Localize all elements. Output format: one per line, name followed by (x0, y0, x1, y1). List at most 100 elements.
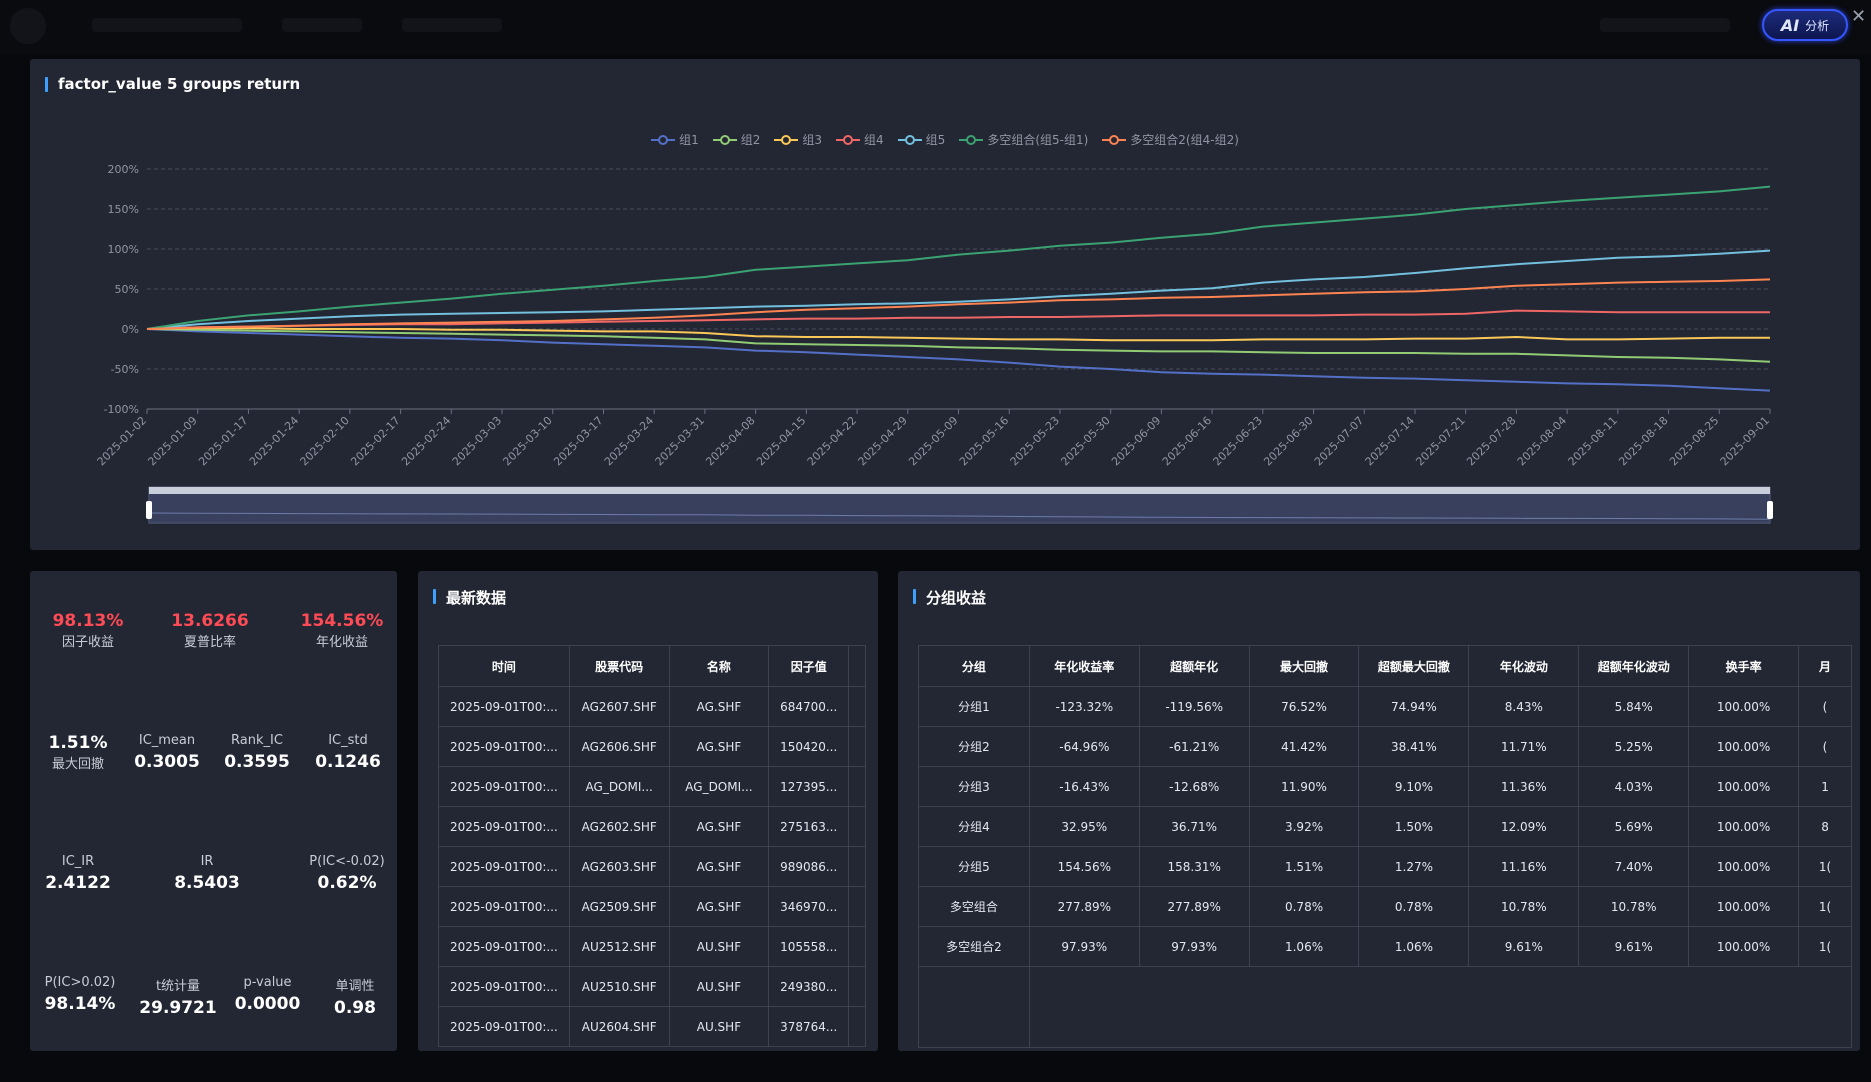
table-row[interactable]: 2025-09-01T00:... AG2606.SHF AG.SHF 150420.… (438, 726, 866, 767)
scroll-gutter (848, 806, 866, 847)
ai-analysis-label: 分析 (1805, 18, 1830, 33)
table-header-cell[interactable]: 年化波动 (1468, 645, 1580, 687)
zoom-slider-bar[interactable] (149, 487, 1770, 494)
x-tick-label: 2025-05-16 (957, 414, 1011, 468)
table-cell: 5.69% (1578, 806, 1690, 847)
table-cell: 分组2 (918, 726, 1030, 767)
stat-monotonic: 单调性 0.98 (320, 975, 390, 1018)
scroll-gutter (848, 966, 866, 1007)
close-icon[interactable]: ✕ (1851, 6, 1866, 27)
x-tick-label: 2025-06-16 (1160, 414, 1214, 468)
p-ic-pos-value: 98.14% (44, 994, 116, 1014)
series-line (146, 328, 1771, 363)
table-cell: 1.06% (1358, 926, 1470, 967)
x-tick-label: 2025-07-28 (1464, 414, 1518, 468)
table-cell: AG2607.SHF (568, 686, 670, 727)
stat-p-ic-neg: P(IC<-0.02) 0.62% (297, 854, 397, 893)
x-tick-label: 2025-01-09 (145, 414, 199, 468)
stat-factor-return: 98.13% 因子收益 (38, 611, 138, 650)
p-ic-neg-value: 0.62% (317, 873, 377, 893)
table-row[interactable]: 分组5 154.56% 158.31% 1.51% 1.27% 11.16% 7.40% 10… (918, 846, 1852, 887)
table-row[interactable]: 2025-09-01T00:... AU2510.SHF AU.SHF 249380.… (438, 966, 866, 1007)
table-row[interactable]: 2025-09-01T00:... AU2604.SHF AU.SHF 378764.… (438, 1006, 866, 1047)
table-header-cell[interactable]: 换手率 (1688, 645, 1800, 687)
factor-return-label: 因子收益 (61, 635, 114, 650)
table-cell: 11.36% (1468, 766, 1580, 807)
table-header-cell[interactable]: 最大回撤 (1248, 645, 1360, 687)
table-header-cell[interactable]: 超额年化波动 (1578, 645, 1690, 687)
table-header-cell[interactable]: 超额最大回撤 (1358, 645, 1470, 687)
table-cell: 41.42% (1248, 726, 1360, 767)
table-cell: AU.SHF (668, 966, 770, 1007)
monotonic-value: 0.98 (334, 998, 376, 1018)
table-header-cell[interactable]: 名称 (668, 645, 770, 687)
table-cell: 1.27% (1358, 846, 1470, 887)
table-row[interactable]: 2025-09-01T00:... AU2512.SHF AU.SHF 105558.… (438, 926, 866, 967)
table-header-cell[interactable]: 股票代码 (568, 645, 670, 687)
table-cell: 97.93% (1028, 926, 1140, 967)
table-cell: 8 (1798, 806, 1852, 847)
table-row[interactable]: 分组1 -123.32% -119.56% 76.52% 74.94% 8.43% 5.84… (918, 686, 1852, 727)
nav-blur-4 (1600, 18, 1730, 32)
table-cell: 1( (1798, 886, 1852, 927)
ai-analysis-button[interactable]: AI 分析 (1762, 9, 1848, 41)
table-row[interactable]: 分组2 -64.96% -61.21% 41.42% 38.41% 11.71% 5.25%… (918, 726, 1852, 767)
table-cell: 38.41% (1358, 726, 1470, 767)
table-cell: ( (1798, 726, 1852, 767)
table-cell: 32.95% (1028, 806, 1140, 847)
x-tick-label: 2025-04-08 (703, 414, 757, 468)
stats-panel: 98.13% 因子收益 13.6266 夏普比率 154.56% 年化收益 1.… (30, 571, 397, 1051)
scroll-gutter (848, 886, 866, 927)
table-cell: 1.51% (1248, 846, 1360, 887)
y-tick-label: 50% (115, 283, 139, 296)
table-row[interactable]: 2025-09-01T00:... AG2603.SHF AG.SHF 989086.… (438, 846, 866, 887)
stat-sharpe: 13.6266 夏普比率 (160, 611, 260, 650)
table-header-cell[interactable]: 分组 (918, 645, 1030, 687)
table-cell: 2025-09-01T00:... (438, 766, 570, 807)
table-row[interactable]: 多空组合2 97.93% 97.93% 1.06% 1.06% 9.61% 9.61% 100… (918, 926, 1852, 967)
table-cell: 100.00% (1688, 806, 1800, 847)
ic-std-value: 0.1246 (315, 752, 381, 772)
table-header-cell[interactable]: 年化收益率 (1028, 645, 1140, 687)
scroll-gutter (848, 645, 866, 687)
table-cell: 2025-09-01T00:... (438, 806, 570, 847)
scroll-gutter (848, 686, 866, 727)
table-row[interactable]: 多空组合 277.89% 277.89% 0.78% 0.78% 10.78% 10.78%… (918, 886, 1852, 927)
table-row[interactable]: 2025-09-01T00:... AG2602.SHF AG.SHF 275163.… (438, 806, 866, 847)
x-tick-label: 2025-08-04 (1515, 414, 1569, 468)
ic-ir-label: IC_IR (61, 854, 95, 869)
nav-blur-3 (402, 18, 502, 32)
table-row[interactable]: 2025-09-01T00:... AG2607.SHF AG.SHF 684700.… (438, 686, 866, 727)
x-tick-label: 2025-03-31 (653, 414, 707, 468)
x-tick-label: 2025-01-24 (247, 414, 301, 468)
table-cell: 9.61% (1468, 926, 1580, 967)
zoom-handle-right[interactable] (1767, 501, 1773, 519)
t-stat-value: 29.9721 (139, 998, 217, 1018)
table-row[interactable]: 分组4 32.95% 36.71% 3.92% 1.50% 12.09% 5.69% 100.… (918, 806, 1852, 847)
table-row[interactable]: 2025-09-01T00:... AG_DOMI... AG_DOMI... 127… (438, 766, 866, 807)
x-tick-label: 2025-03-24 (602, 414, 656, 468)
table-header-cell[interactable]: 因子值 (768, 645, 850, 687)
ai-icon: AI (1780, 15, 1800, 35)
table-cell: AG.SHF (668, 886, 770, 927)
x-tick-label: 2025-03-03 (450, 414, 504, 468)
table-cell: 1( (1798, 926, 1852, 967)
table-cell: 1.50% (1358, 806, 1470, 847)
table-cell: 11.16% (1468, 846, 1580, 887)
table-header-cell[interactable]: 超额年化 (1138, 645, 1250, 687)
series-line (146, 185, 1771, 330)
table-cell: 12.09% (1468, 806, 1580, 847)
table-cell: ( (1798, 686, 1852, 727)
table-cell: 100.00% (1688, 686, 1800, 727)
table-row[interactable]: 2025-09-01T00:... AG2509.SHF AG.SHF 346970.… (438, 886, 866, 927)
table-cell: 2025-09-01T00:... (438, 966, 570, 1007)
table-header-cell[interactable]: 月 (1798, 645, 1852, 687)
scroll-gutter (848, 766, 866, 807)
factor-return-value: 98.13% (52, 611, 124, 631)
latest-data-title: 最新数据 (433, 587, 506, 608)
table-cell: AG2602.SHF (568, 806, 670, 847)
zoom-handle-left[interactable] (146, 501, 152, 519)
table-row[interactable]: 分组3 -16.43% -12.68% 11.90% 9.10% 11.36% 4.03% 1… (918, 766, 1852, 807)
table-header-cell[interactable]: 时间 (438, 645, 570, 687)
table-cell: 100.00% (1688, 926, 1800, 967)
